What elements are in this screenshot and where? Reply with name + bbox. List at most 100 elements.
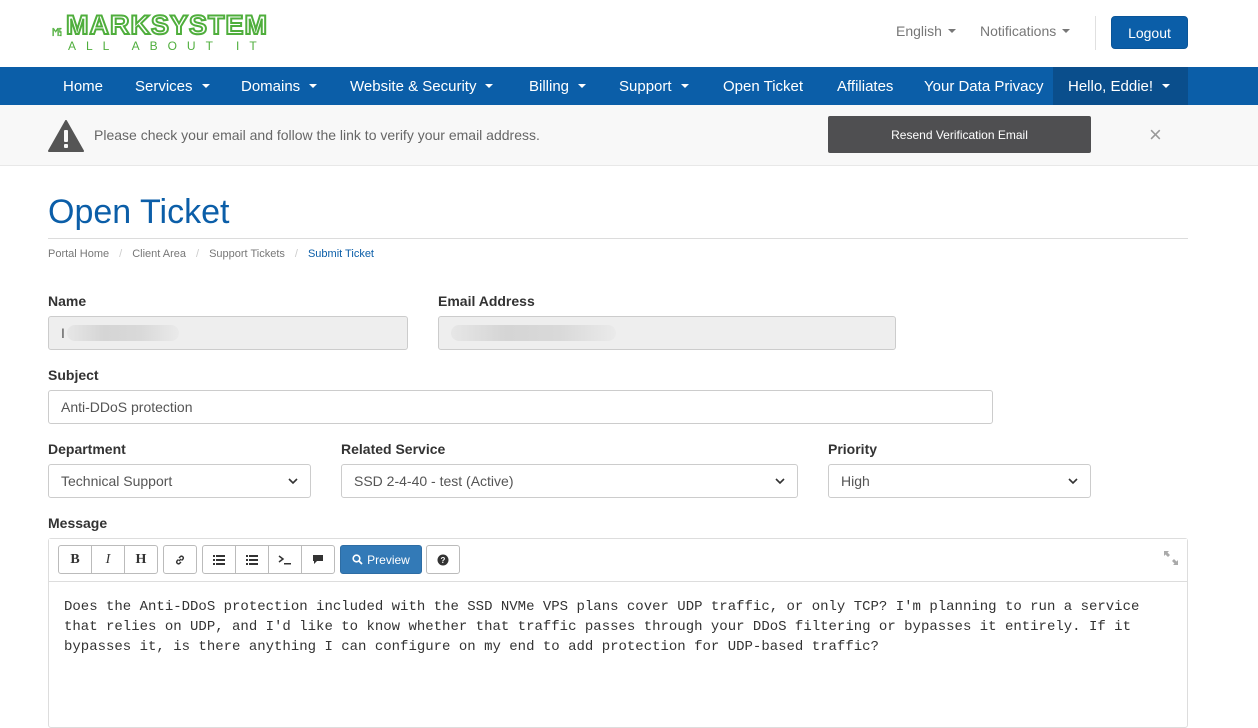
warning-icon: [48, 120, 84, 152]
breadcrumb-support-tickets[interactable]: Support Tickets: [209, 248, 285, 260]
nav-services[interactable]: Services: [135, 67, 210, 105]
bold-button[interactable]: B: [58, 545, 92, 574]
breadcrumb-separator: /: [294, 248, 298, 260]
page-title: Open Ticket: [48, 193, 230, 231]
format-button-group: B I H: [58, 545, 158, 574]
priority-value: High: [841, 473, 870, 489]
related-service-select[interactable]: SSD 2-4-40 - test (Active): [341, 464, 798, 498]
fullscreen-icon[interactable]: [1163, 550, 1179, 566]
logo-mark-icon: [52, 27, 62, 37]
nav-website-security[interactable]: Website & Security: [350, 67, 494, 105]
verify-email-alert: Please check your email and follow the l…: [0, 105, 1258, 166]
unordered-list-button[interactable]: [202, 545, 236, 574]
redacted-email: [451, 325, 616, 341]
nav-data-privacy[interactable]: Your Data Privacy: [924, 67, 1044, 105]
main-navbar: Home Services Domains Website & Security…: [0, 67, 1258, 105]
quote-icon: [313, 555, 323, 564]
department-select[interactable]: Technical Support: [48, 464, 311, 498]
brand-logo[interactable]: MARKSYSTEM ALL ABOUT IT: [52, 9, 268, 55]
user-greeting: Hello, Eddie!: [1068, 77, 1154, 95]
priority-select[interactable]: High: [828, 464, 1091, 498]
chevron-down-icon: [1068, 478, 1078, 485]
link-button[interactable]: [163, 545, 197, 574]
subject-value: Anti-DDoS protection: [61, 399, 193, 415]
name-value: I: [61, 325, 65, 341]
quote-button[interactable]: [301, 545, 335, 574]
breadcrumb-client-area[interactable]: Client Area: [132, 248, 186, 260]
nav-label: Billing: [529, 77, 570, 95]
caret-down-icon: [1162, 84, 1171, 88]
editor-toolbar: B I H Preview ?: [49, 539, 1187, 582]
nav-affiliates[interactable]: Affiliates: [837, 67, 893, 105]
notifications-label: Notifications: [980, 23, 1057, 39]
logout-button[interactable]: Logout: [1111, 16, 1188, 49]
link-icon: [176, 555, 184, 564]
resend-verification-button[interactable]: Resend Verification Email: [828, 116, 1091, 153]
department-value: Technical Support: [61, 473, 173, 489]
breadcrumb: Portal Home / Client Area / Support Tick…: [48, 248, 374, 260]
nav-label: Support: [619, 77, 672, 95]
chevron-down-icon: [288, 478, 298, 485]
message-label: Message: [48, 515, 108, 531]
preview-button[interactable]: Preview: [340, 545, 422, 574]
subject-input[interactable]: Anti-DDoS protection: [48, 390, 993, 424]
breadcrumb-separator: /: [196, 248, 200, 260]
header-divider: [1095, 16, 1096, 50]
nav-home[interactable]: Home: [63, 67, 103, 105]
help-button-group: ?: [426, 545, 460, 574]
nav-billing[interactable]: Billing: [529, 67, 587, 105]
email-field[interactable]: [438, 316, 896, 350]
nav-label: Your Data Privacy: [924, 77, 1044, 95]
italic-button[interactable]: I: [91, 545, 125, 574]
notifications-dropdown[interactable]: Notifications: [980, 23, 1071, 39]
code-button[interactable]: [268, 545, 302, 574]
nav-support[interactable]: Support: [619, 67, 689, 105]
language-dropdown[interactable]: English: [896, 23, 956, 39]
caret-down-icon: [680, 84, 689, 88]
alert-message: Please check your email and follow the l…: [94, 127, 540, 143]
message-editor: B I H Preview ? Does the Anti-DDoS prote…: [48, 538, 1188, 728]
nav-label: Domains: [241, 77, 301, 95]
heading-button[interactable]: H: [124, 545, 158, 574]
nav-open-ticket[interactable]: Open Ticket: [723, 67, 803, 105]
title-divider: [48, 238, 1188, 239]
block-button-group: [202, 545, 335, 574]
name-field[interactable]: I: [48, 316, 408, 350]
heading-icon: H: [135, 551, 147, 567]
brand-tagline: ALL ABOUT IT: [67, 39, 267, 53]
breadcrumb-submit-ticket: Submit Ticket: [307, 248, 374, 260]
preview-label: Preview: [367, 552, 410, 567]
nav-label: Open Ticket: [723, 77, 804, 95]
nav-domains[interactable]: Domains: [241, 67, 318, 105]
email-label: Email Address: [438, 293, 535, 309]
italic-icon: I: [105, 551, 111, 567]
caret-down-icon: [578, 84, 587, 88]
chevron-down-icon: [775, 478, 785, 485]
nav-label: Website & Security: [350, 77, 477, 95]
close-icon[interactable]: ×: [1149, 124, 1162, 146]
subject-label: Subject: [48, 367, 99, 383]
department-label: Department: [48, 441, 126, 457]
nav-user-menu[interactable]: Hello, Eddie!: [1053, 67, 1188, 105]
bold-icon: B: [70, 551, 80, 567]
ordered-list-button[interactable]: [235, 545, 269, 574]
header: MARKSYSTEM ALL ABOUT IT English Notifica…: [0, 0, 1258, 67]
help-button[interactable]: ?: [426, 545, 460, 574]
caret-down-icon: [201, 84, 210, 88]
redacted-name: [66, 325, 179, 341]
ordered-list-icon: [246, 554, 258, 565]
caret-down-icon: [947, 29, 956, 33]
caret-down-icon: [1062, 29, 1071, 33]
brand-name: MARKSYSTEM: [65, 10, 268, 40]
priority-label: Priority: [828, 441, 878, 457]
nav-label: Services: [135, 77, 193, 95]
message-textarea[interactable]: Does the Anti-DDoS protection included w…: [64, 597, 1174, 657]
name-label: Name: [48, 293, 87, 309]
help-icon: ?: [437, 554, 449, 565]
related-service-label: Related Service: [341, 441, 446, 457]
search-icon: [352, 554, 363, 565]
nav-label: Affiliates: [837, 77, 894, 95]
breadcrumb-portal-home[interactable]: Portal Home: [48, 248, 109, 260]
caret-down-icon: [485, 84, 494, 88]
caret-down-icon: [309, 84, 318, 88]
